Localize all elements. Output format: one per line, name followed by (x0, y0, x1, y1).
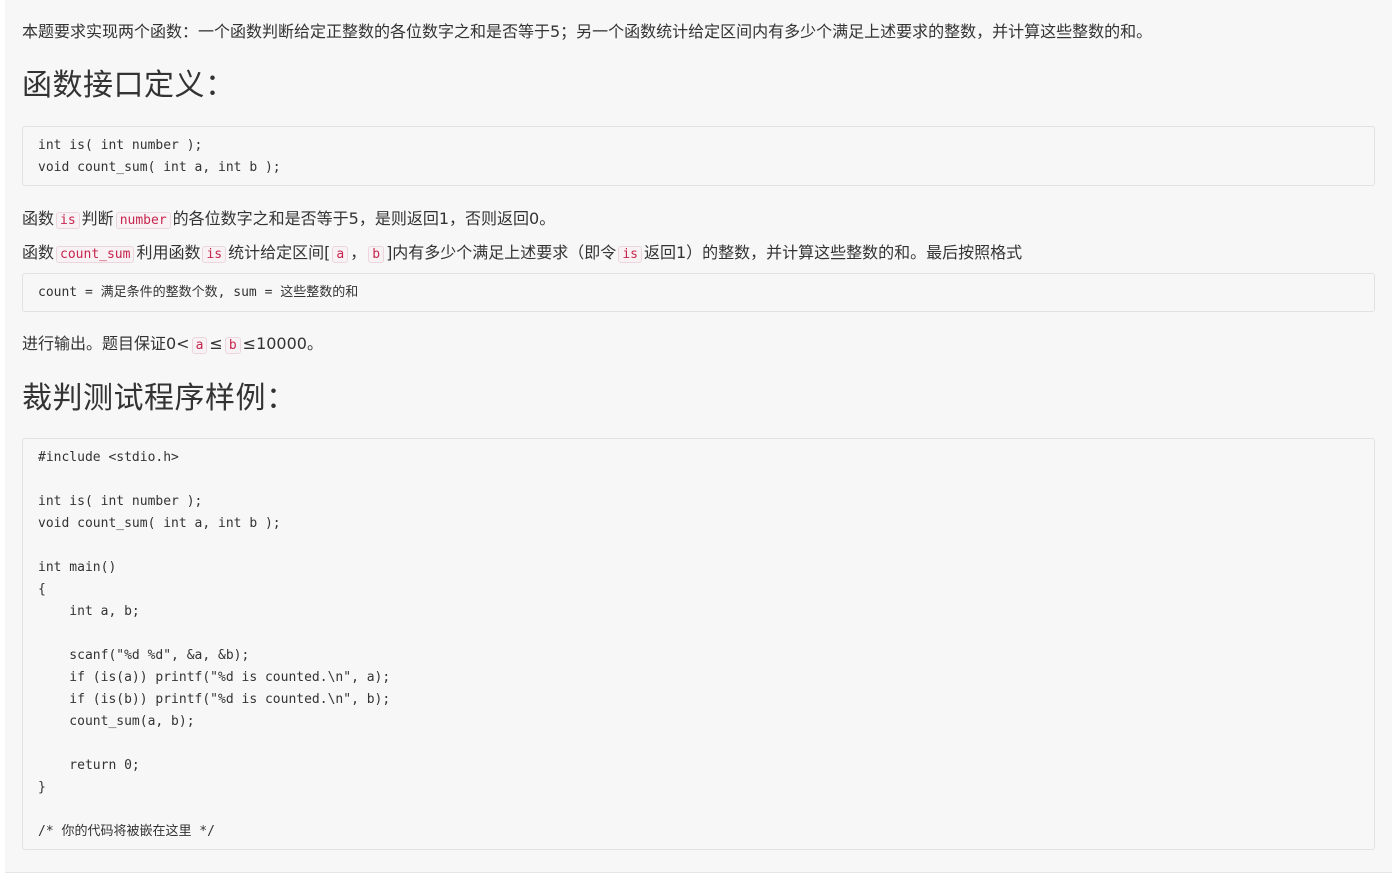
code-line: int is( int number ); (38, 138, 203, 153)
code-line: scanf("%d %d", &a, &b); (38, 648, 250, 663)
code-line: #include <stdio.h> (38, 450, 179, 465)
desc-text: 进行输出。题目保证0< (22, 334, 190, 353)
inline-code-is: is (618, 246, 642, 263)
code-line: /* 你的代码将被嵌在这里 */ (38, 824, 215, 839)
desc-text: 函数 (22, 243, 55, 262)
desc-text: 的各位数字之和是否等于5，是则返回1，否则返回0。 (172, 209, 556, 228)
code-line: int main() (38, 560, 117, 575)
interface-code-block: int is( int number ); void count_sum( in… (22, 126, 1375, 186)
desc-text: 利用函数 (136, 243, 201, 262)
code-line: void count_sum( int a, int b ); (38, 516, 281, 531)
code-line: int is( int number ); (38, 494, 203, 509)
code-line: if (is(a)) printf("%d is counted.\n", a)… (38, 670, 391, 685)
inline-code-is: is (56, 212, 80, 229)
is-description: 函数 is 判断 number 的各位数字之和是否等于5，是则返回1，否则返回0。 (22, 206, 555, 234)
inline-code-a: a (332, 246, 349, 263)
inline-code-a: a (191, 337, 208, 354)
sample-heading: 裁判测试程序样例： (22, 381, 297, 416)
desc-text: ≤ (209, 334, 223, 353)
desc-text: 判断 (81, 209, 114, 228)
sample-code-block: #include <stdio.h> int is( int number );… (22, 438, 1375, 850)
code-line: { (38, 582, 46, 597)
code-line: if (is(b)) printf("%d is counted.\n", b)… (38, 692, 391, 707)
inline-code-count-sum: count_sum (56, 246, 135, 263)
problem-intro: 本题要求实现两个函数：一个函数判断给定正整数的各位数字之和是否等于5；另一个函数… (22, 22, 1153, 41)
inline-code-b: b (224, 337, 241, 354)
count-sum-description: 函数 count_sum 利用函数 is 统计给定区间[a， b]内有多少个满足上述要求（… (22, 240, 1022, 268)
desc-text: 返回1）的整数，并计算这些整数的和。最后按照格式 (643, 243, 1023, 262)
desc-text: ]内有多少个满足上述要求（即令 (386, 243, 617, 262)
format-code-block: count = 满足条件的整数个数, sum = 这些整数的和 (22, 273, 1375, 312)
code-line: count_sum(a, b); (38, 714, 195, 729)
desc-text: ≤10000。 (242, 334, 323, 353)
desc-text: ， (350, 243, 367, 262)
desc-text: 函数 (22, 209, 55, 228)
output-constraint: 进行输出。题目保证0< a ≤ b ≤10000。 (22, 331, 323, 359)
inline-code-number: number (115, 212, 171, 229)
desc-text: 统计给定区间[ (228, 243, 331, 262)
code-line: void count_sum( int a, int b ); (38, 160, 281, 175)
inline-code-is: is (202, 246, 227, 263)
interface-heading: 函数接口定义： (22, 68, 236, 103)
code-line: } (38, 780, 46, 795)
code-line: count = 满足条件的整数个数, sum = 这些整数的和 (38, 285, 359, 300)
inline-code-b: b (368, 246, 385, 263)
problem-panel: 本题要求实现两个函数：一个函数判断给定正整数的各位数字之和是否等于5；另一个函数… (5, 0, 1392, 873)
code-line: int a, b; (38, 604, 140, 619)
code-line: return 0; (38, 758, 140, 773)
